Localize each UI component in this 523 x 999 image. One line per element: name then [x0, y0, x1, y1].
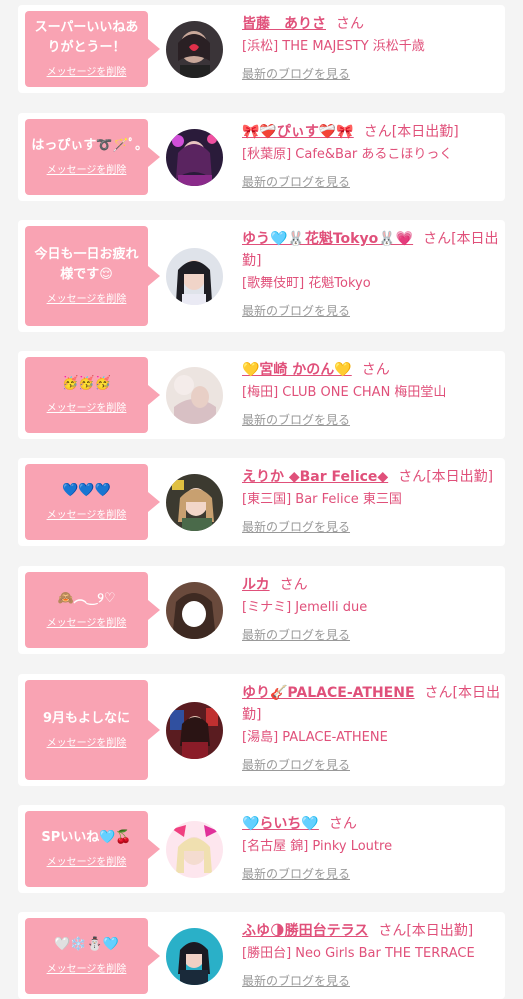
view-blog-link[interactable]: 最新のブログを見る — [242, 302, 350, 320]
store-name: [秋葉原] Cafe&Bar あるこほりっく — [242, 147, 453, 162]
message-card: はっぴぃす➰🪄ﾟ｡ メッセージを削除 🎀❤️‍🩹ぴぃす❤️‍🩹🎀 さん[本日出勤]… — [18, 113, 505, 201]
delete-message-link[interactable]: メッセージを削除 — [47, 164, 127, 178]
like-message-list: スーパーいいねありがとうー！ メッセージを削除 皆藤 ありさ さん [浜松] TH… — [0, 0, 523, 999]
cast-name-link[interactable]: ふゆ🌗勝田台テラス — [242, 923, 368, 939]
cast-avatar[interactable] — [166, 129, 223, 186]
view-blog-link[interactable]: 最新のブログを見る — [242, 173, 350, 191]
delete-message-link[interactable]: メッセージを削除 — [47, 293, 127, 307]
cast-avatar[interactable] — [166, 248, 223, 305]
cast-name-link[interactable]: 皆藤 ありさ — [242, 16, 326, 32]
message-text: 今日も一日お疲れ様です😌 — [34, 247, 139, 282]
cast-info: ゆう🩵🐰花魁Tokyo🐰💗 さん[本日出勤] [歌舞伎町] 花魁Tokyo 最新の… — [242, 228, 500, 320]
message-bubble: 💙💙💙 メッセージを削除 — [25, 464, 160, 540]
cast-avatar[interactable] — [166, 702, 223, 759]
cast-info: 皆藤 ありさ さん [浜松] THE MAJESTY 浜松千歳 最新のブログを見る — [242, 13, 500, 83]
view-blog-link[interactable]: 最新のブログを見る — [242, 756, 350, 774]
honorific: さん — [378, 923, 407, 939]
store-name: [梅田] CLUB ONE CHAN 梅田堂山 — [242, 385, 447, 400]
message-text: 🥳🥳🥳 — [62, 376, 111, 391]
cast-name-link[interactable]: 🎀❤️‍🩹ぴぃす❤️‍🩹🎀 — [242, 124, 354, 140]
delete-message-link[interactable]: メッセージを削除 — [47, 509, 127, 523]
message-bubble: 🙈︵‿୨♡ メッセージを削除 — [25, 572, 160, 648]
message-bubble: 🥳🥳🥳 メッセージを削除 — [25, 357, 160, 433]
honorific: さん — [361, 362, 390, 378]
work-status: [本日出勤] — [406, 923, 474, 939]
delete-message-link[interactable]: メッセージを削除 — [47, 617, 127, 631]
delete-message-link[interactable]: メッセージを削除 — [47, 402, 127, 416]
cast-avatar[interactable] — [166, 821, 223, 878]
cast-info: えりか ◆Bar Felice◆ さん[本日出勤] [東三国] Bar Felic… — [242, 466, 500, 536]
message-text: スーパーいいねありがとうー！ — [34, 20, 139, 55]
message-card: 今日も一日お疲れ様です😌 メッセージを削除 ゆう🩵🐰花魁Tokyo🐰💗 さん[本日… — [18, 220, 505, 332]
cast-info: ルカ さん [ミナミ] Jemelli due 最新のブログを見る — [242, 574, 500, 644]
message-card: 🤍❄️⛄️🩵 メッセージを削除 ふゆ🌗勝田台テラス さん[本日出勤] [勝田台] … — [18, 912, 505, 999]
cast-avatar[interactable] — [166, 928, 223, 985]
honorific: さん — [328, 816, 357, 832]
view-blog-link[interactable]: 最新のブログを見る — [242, 626, 350, 644]
cast-name-link[interactable]: 🩵らいち🩵 — [242, 816, 319, 832]
message-card: 9月もよしなに メッセージを削除 ゆり🎸PALACE-ATHENE さん[本日出勤… — [18, 674, 505, 786]
message-text: 9月もよしなに — [42, 711, 131, 726]
message-card: 🥳🥳🥳 メッセージを削除 💛宮崎 かのん💛 さん [梅田] CLUB ONE CH… — [18, 351, 505, 439]
message-bubble: 今日も一日お疲れ様です😌 メッセージを削除 — [25, 226, 160, 326]
cast-info: 💛宮崎 かのん💛 さん [梅田] CLUB ONE CHAN 梅田堂山 最新のブロ… — [242, 359, 500, 429]
cast-avatar[interactable] — [166, 582, 223, 639]
message-card: 🙈︵‿୨♡ メッセージを削除 ルカ さん [ミナミ] Jemelli due 最新… — [18, 566, 505, 654]
store-name: [名古屋 錦] Pinky Loutre — [242, 839, 393, 854]
cast-info: 🎀❤️‍🩹ぴぃす❤️‍🩹🎀 さん[本日出勤] [秋葉原] Cafe&Bar あるこ… — [242, 121, 500, 191]
message-bubble: はっぴぃす➰🪄ﾟ｡ メッセージを削除 — [25, 119, 160, 195]
store-name: [湯島] PALACE-ATHENE — [242, 730, 388, 745]
cast-name-link[interactable]: ゆり🎸PALACE-ATHENE — [242, 685, 415, 701]
work-status: [本日出勤] — [426, 469, 494, 485]
store-name: [勝田台] Neo Girls Bar THE TERRACE — [242, 946, 475, 961]
store-name: [浜松] THE MAJESTY 浜松千歳 — [242, 39, 425, 54]
message-text: 🤍❄️⛄️🩵 — [54, 937, 119, 952]
message-bubble: スーパーいいねありがとうー！ メッセージを削除 — [25, 11, 160, 87]
message-text: SPいいね🩵🍒 — [41, 830, 132, 845]
message-card: スーパーいいねありがとうー！ メッセージを削除 皆藤 ありさ さん [浜松] TH… — [18, 5, 505, 93]
cast-avatar[interactable] — [166, 474, 223, 531]
view-blog-link[interactable]: 最新のブログを見る — [242, 65, 350, 83]
cast-name-link[interactable]: ルカ — [242, 577, 270, 593]
message-card: 💙💙💙 メッセージを削除 えりか ◆Bar Felice◆ さん[本日出勤] [東… — [18, 458, 505, 546]
delete-message-link[interactable]: メッセージを削除 — [47, 737, 127, 751]
cast-info: ゆり🎸PALACE-ATHENE さん[本日出勤] [湯島] PALACE-ATH… — [242, 682, 500, 774]
store-name: [東三国] Bar Felice 東三国 — [242, 492, 402, 507]
delete-message-link[interactable]: メッセージを削除 — [47, 66, 127, 80]
view-blog-link[interactable]: 最新のブログを見る — [242, 865, 350, 883]
cast-name-link[interactable]: えりか ◆Bar Felice◆ — [242, 469, 388, 485]
honorific: さん — [398, 469, 427, 485]
delete-message-link[interactable]: メッセージを削除 — [47, 856, 127, 870]
cast-info: 🩵らいち🩵 さん [名古屋 錦] Pinky Loutre 最新のブログを見る — [242, 813, 500, 883]
honorific: さん — [423, 231, 452, 247]
view-blog-link[interactable]: 最新のブログを見る — [242, 518, 350, 536]
cast-avatar[interactable] — [166, 21, 223, 78]
delete-message-link[interactable]: メッセージを削除 — [47, 963, 127, 977]
honorific: さん — [336, 16, 364, 32]
message-bubble: 🤍❄️⛄️🩵 メッセージを削除 — [25, 918, 160, 994]
message-text: 🙈︵‿୨♡ — [57, 591, 116, 606]
store-name: [歌舞伎町] 花魁Tokyo — [242, 276, 371, 291]
cast-name-link[interactable]: 💛宮崎 かのん💛 — [242, 362, 352, 378]
work-status: [本日出勤] — [391, 124, 459, 140]
cast-name-link[interactable]: ゆう🩵🐰花魁Tokyo🐰💗 — [242, 231, 413, 247]
view-blog-link[interactable]: 最新のブログを見る — [242, 972, 350, 990]
message-text: はっぴぃす➰🪄ﾟ｡ — [31, 138, 142, 153]
message-bubble: 9月もよしなに メッセージを削除 — [25, 680, 160, 780]
honorific: さん — [279, 577, 308, 593]
view-blog-link[interactable]: 最新のブログを見る — [242, 411, 350, 429]
store-name: [ミナミ] Jemelli due — [242, 600, 368, 615]
honorific: さん — [363, 124, 392, 140]
honorific: さん — [424, 685, 453, 701]
cast-info: ふゆ🌗勝田台テラス さん[本日出勤] [勝田台] Neo Girls Bar TH… — [242, 920, 500, 990]
message-card: SPいいね🩵🍒 メッセージを削除 🩵らいち🩵 さん [名古屋 錦] Pinky L… — [18, 805, 505, 893]
message-bubble: SPいいね🩵🍒 メッセージを削除 — [25, 811, 160, 887]
message-text: 💙💙💙 — [62, 483, 111, 498]
cast-avatar[interactable] — [166, 367, 223, 424]
